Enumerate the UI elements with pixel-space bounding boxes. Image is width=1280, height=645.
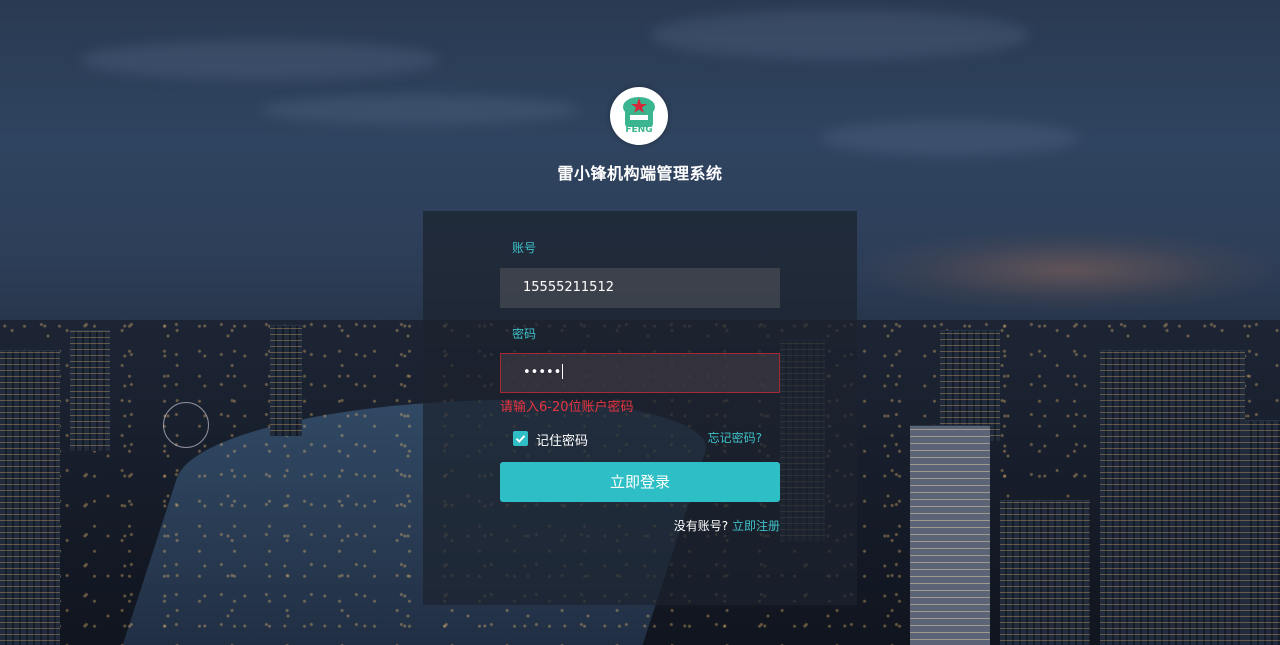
cloud [820, 120, 1080, 156]
register-link[interactable]: 立即注册 [732, 519, 780, 533]
password-error-message: 请输入6-20位账户密码 [500, 400, 634, 415]
password-value: ••••• [523, 365, 562, 380]
remember-checkbox[interactable] [513, 431, 528, 446]
account-input[interactable]: 15555211512 [500, 268, 780, 308]
password-label: 密码 [512, 327, 537, 341]
building [0, 350, 60, 645]
remember-label[interactable]: 记住密码 [536, 430, 588, 449]
cloud [650, 10, 1030, 60]
building [270, 325, 302, 436]
account-label: 账号 [512, 241, 537, 255]
sunset-glow [860, 230, 1280, 310]
login-button[interactable]: 立即登录 [500, 462, 780, 502]
forgot-password-link[interactable]: 忘记密码? [708, 429, 762, 446]
cloud [80, 40, 440, 80]
building [1000, 500, 1090, 645]
feng-logo-icon: FENG [623, 97, 655, 135]
check-icon [515, 435, 526, 443]
logo-text: FENG [625, 125, 652, 135]
app-title: 雷小锋机构端管理系统 [557, 164, 723, 183]
password-input[interactable]: ••••• [500, 353, 780, 393]
register-row: 没有账号? 立即注册 [674, 517, 780, 534]
building [910, 425, 990, 645]
ferris-wheel [163, 402, 209, 448]
text-caret [562, 364, 564, 379]
no-account-text: 没有账号? [673, 519, 729, 533]
app-logo: FENG [610, 87, 668, 145]
cloud [260, 95, 580, 125]
building [70, 330, 110, 451]
building [1100, 350, 1245, 645]
login-panel: 账号 15555211512 密码 ••••• 请输入6-20位账户密码 记住密… [423, 211, 857, 605]
building [1245, 420, 1280, 645]
